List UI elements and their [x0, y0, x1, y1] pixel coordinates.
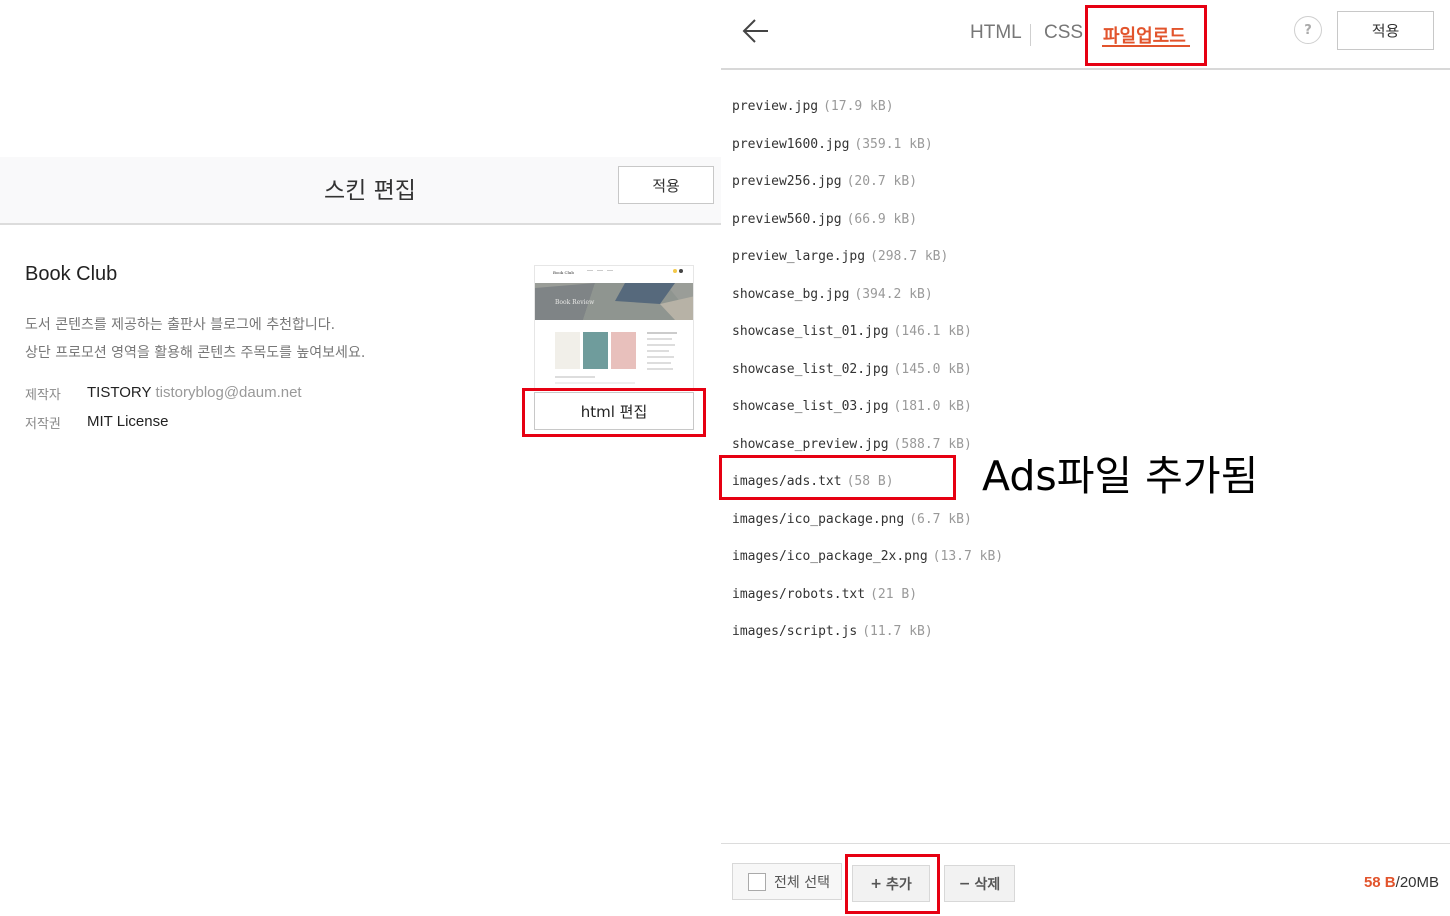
delete-file-button[interactable]: − 삭제	[944, 865, 1015, 902]
help-icon[interactable]: ?	[1294, 16, 1322, 44]
file-size: (394.2 kB)	[854, 286, 933, 302]
file-size: (11.7 kB)	[862, 624, 933, 640]
file-row[interactable]: images/robots.txt (21 B)	[732, 576, 1003, 614]
file-toolbar: 전체 선택 + 추가 − 삭제 58 B/20MB	[721, 843, 1450, 916]
file-size: (17.9 kB)	[823, 99, 894, 115]
quota-used: 58 B	[1363, 874, 1396, 891]
file-row[interactable]: showcase_list_01.jpg (146.1 kB)	[732, 313, 1003, 351]
file-name: showcase_list_03.jpg	[732, 399, 889, 415]
file-size: (588.7 kB)	[893, 436, 972, 452]
file-name: preview256.jpg	[732, 174, 842, 190]
add-file-button[interactable]: + 추가	[852, 865, 930, 902]
minus-icon: −	[958, 875, 971, 892]
file-name: preview.jpg	[732, 99, 819, 115]
skin-thumbnail: Book Club Book Review	[534, 265, 694, 390]
tab-divider	[1030, 24, 1031, 46]
file-row[interactable]: images/ico_package.png (6.7 kB)	[732, 501, 1003, 539]
skin-name: Book Club	[25, 263, 118, 285]
delete-label: 삭제	[974, 876, 1001, 893]
html-edit-button[interactable]: html 편집	[534, 392, 694, 430]
skin-description: 도서 콘텐츠를 제공하는 출판사 블로그에 추천합니다. 상단 프로모션 영역을…	[25, 311, 365, 367]
copyright-label: 저작권	[25, 417, 61, 432]
file-size: (6.7 kB)	[909, 511, 972, 527]
select-all-label: 전체 선택	[774, 874, 830, 891]
file-size: (146.1 kB)	[893, 324, 972, 340]
file-list: preview.jpg (17.9 kB) preview1600.jpg (359…	[732, 88, 1003, 651]
thumbnail-banner-text: Book Review	[555, 299, 595, 306]
file-name: showcase_bg.jpg	[732, 286, 850, 302]
file-row[interactable]: preview256.jpg (20.7 kB)	[732, 163, 1003, 201]
plus-icon: +	[870, 875, 882, 892]
file-row[interactable]: images/ads.txt (58 B)	[732, 463, 1003, 501]
file-size: (145.0 kB)	[893, 361, 972, 377]
file-name: showcase_list_02.jpg	[732, 361, 889, 377]
file-size: (21 B)	[870, 586, 918, 602]
back-arrow-icon[interactable]	[741, 16, 771, 46]
file-name: preview560.jpg	[732, 211, 842, 227]
file-size: (359.1 kB)	[854, 136, 933, 152]
file-row[interactable]: images/ico_package_2x.png (13.7 kB)	[732, 538, 1003, 576]
file-name: images/ads.txt	[732, 474, 842, 490]
storage-quota: 58 B/20MB	[1364, 874, 1439, 891]
skin-thumbnail-image: Book Club Book Review	[535, 266, 693, 389]
thumbnail-site-title: Book Club	[553, 270, 574, 275]
tab-html[interactable]: HTML	[970, 22, 1022, 44]
file-row[interactable]: showcase_list_02.jpg (145.0 kB)	[732, 351, 1003, 389]
apply-button[interactable]: 적용	[618, 166, 714, 204]
apply-button[interactable]: 적용	[1337, 11, 1434, 50]
select-all-checkbox[interactable]: 전체 선택	[732, 863, 842, 900]
skin-description-line: 도서 콘텐츠를 제공하는 출판사 블로그에 추천합니다.	[25, 317, 336, 333]
file-name: preview_large.jpg	[732, 249, 866, 265]
tab-css[interactable]: CSS	[1044, 22, 1083, 44]
quota-total: 20MB	[1399, 874, 1439, 891]
annotation-text: Ads파일 추가됨	[982, 452, 1259, 500]
active-tab-underline	[1102, 45, 1190, 47]
file-name: preview1600.jpg	[732, 136, 850, 152]
maker-row: 제작자 TISTORY tistoryblog@daum.net	[25, 384, 302, 403]
file-size: (13.7 kB)	[932, 549, 1004, 565]
file-name: showcase_preview.jpg	[732, 436, 889, 452]
skin-description-line: 상단 프로모션 영역을 활용해 콘텐츠 주목도를 높여보세요.	[25, 345, 366, 361]
file-name: images/script.js	[732, 624, 858, 640]
file-size: (58 B)	[846, 474, 894, 490]
file-row[interactable]: preview560.jpg (66.9 kB)	[732, 201, 1003, 239]
file-row[interactable]: images/script.js (11.7 kB)	[732, 613, 1003, 651]
file-size: (181.0 kB)	[893, 399, 972, 415]
checkbox-icon	[748, 872, 766, 891]
file-name: images/ico_package.png	[732, 511, 905, 527]
file-name: images/robots.txt	[732, 586, 866, 602]
file-row[interactable]: showcase_list_03.jpg (181.0 kB)	[732, 388, 1003, 426]
maker-email: tistoryblog@daum.net	[155, 384, 302, 401]
file-row[interactable]: preview_large.jpg (298.7 kB)	[732, 238, 1003, 276]
file-row[interactable]: showcase_preview.jpg (588.7 kB)	[732, 426, 1003, 464]
file-size: (66.9 kB)	[846, 211, 918, 227]
file-row[interactable]: preview.jpg (17.9 kB)	[732, 88, 1003, 126]
maker-value: TISTORY	[87, 384, 152, 401]
file-size: (20.7 kB)	[846, 174, 918, 190]
file-row[interactable]: showcase_bg.jpg (394.2 kB)	[732, 276, 1003, 314]
editor-header: HTML CSS 파일업로드 ? 적용	[721, 0, 1450, 70]
maker-label: 제작자	[25, 388, 61, 403]
file-name: images/ico_package_2x.png	[732, 549, 928, 565]
copyright-row: 저작권 MIT License	[25, 413, 168, 432]
copyright-value: MIT License	[87, 413, 169, 430]
file-size: (298.7 kB)	[870, 249, 949, 265]
file-name: showcase_list_01.jpg	[732, 324, 889, 340]
file-row[interactable]: preview1600.jpg (359.1 kB)	[732, 126, 1003, 164]
add-label: 추가	[885, 876, 912, 893]
